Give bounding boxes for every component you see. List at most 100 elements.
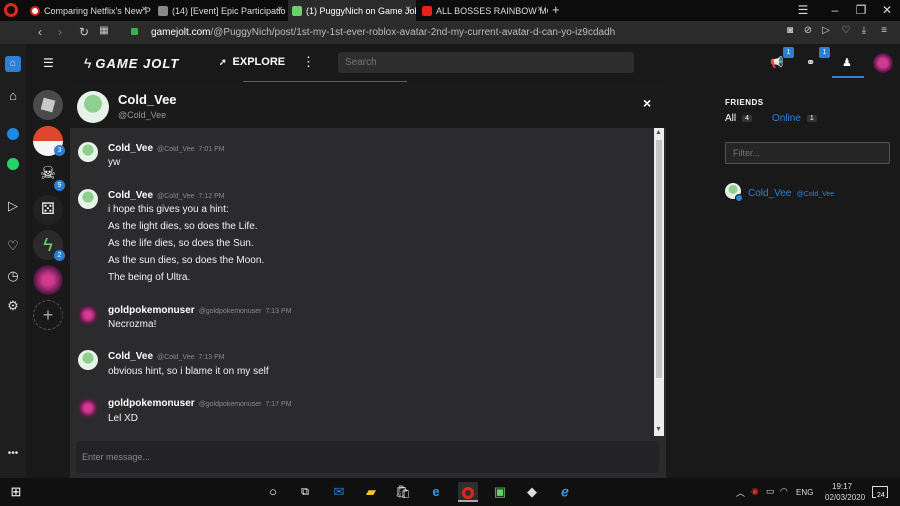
compass-icon: ➚ bbox=[219, 56, 227, 67]
user-avatar[interactable] bbox=[873, 53, 893, 73]
tab-close-icon[interactable]: × bbox=[405, 4, 411, 15]
tray-app-icon[interactable]: ◉ bbox=[751, 486, 759, 497]
tray-chevron-icon[interactable]: ︿ bbox=[736, 486, 745, 499]
chat-close-button[interactable]: × bbox=[643, 95, 651, 111]
message-input[interactable] bbox=[76, 441, 659, 473]
history-icon[interactable]: ◷ bbox=[3, 266, 23, 286]
cortana-search-icon[interactable]: ○ bbox=[263, 482, 283, 502]
message-avatar[interactable] bbox=[78, 305, 98, 325]
send-icon[interactable]: ▷ bbox=[3, 196, 23, 216]
ie-icon[interactable]: ℯ bbox=[555, 482, 575, 502]
workspace-active-icon[interactable]: ⌂ bbox=[5, 56, 21, 72]
maximize-icon[interactable]: ❐ bbox=[848, 2, 874, 18]
tray-date[interactable]: 02/03/2020 bbox=[825, 493, 865, 502]
windows-start-icon[interactable]: ⊞ bbox=[6, 482, 26, 502]
roblox-icon[interactable]: ◆ bbox=[522, 482, 542, 502]
message-avatar[interactable] bbox=[78, 142, 98, 162]
friend-list-item[interactable]: Cold_Vee @Cold_Vee bbox=[725, 183, 890, 202]
messenger-icon[interactable] bbox=[3, 126, 23, 146]
tab-close-icon[interactable]: × bbox=[141, 4, 147, 15]
announcement-icon[interactable]: 📢 bbox=[770, 56, 784, 69]
gamejolt-logo[interactable]: ϟ GAME JOLT bbox=[84, 55, 179, 71]
message-avatar[interactable] bbox=[78, 189, 98, 209]
home-icon[interactable]: ⌂ bbox=[3, 86, 23, 106]
friends-filter-input[interactable] bbox=[725, 142, 890, 164]
windows-taskbar bbox=[0, 478, 900, 506]
online-status-dot bbox=[735, 194, 743, 202]
search-input[interactable] bbox=[338, 52, 634, 73]
community-roblox-icon[interactable] bbox=[33, 90, 63, 120]
tab-title: Comparing Netflix's New P bbox=[44, 5, 151, 16]
camera-icon[interactable]: ◙ bbox=[782, 25, 798, 36]
settings-gear-icon[interactable]: ⚙ bbox=[3, 296, 23, 316]
opera-taskbar-icon[interactable] bbox=[458, 482, 478, 502]
whatsapp-icon[interactable] bbox=[3, 156, 23, 176]
browser-tab[interactable]: ALL BOSSES RAINBOW MC × bbox=[418, 0, 548, 21]
browser-tab-active[interactable]: (1) PuggyNich on Game Jol × bbox=[288, 0, 416, 21]
message-handle: @goldpokemonuser bbox=[198, 308, 262, 315]
community-badge: 2 bbox=[54, 250, 65, 261]
message-avatar[interactable] bbox=[78, 350, 98, 370]
friends-tab-online[interactable]: Online 1 bbox=[772, 113, 817, 124]
more-icon[interactable]: ••• bbox=[3, 444, 23, 464]
mail-icon[interactable]: ✉ bbox=[329, 482, 349, 502]
message-line: As the sun dies, so does the Moon. bbox=[108, 255, 265, 266]
message-username[interactable]: goldpokemonuser bbox=[108, 305, 195, 316]
friends-tab-all[interactable]: All 4 bbox=[725, 113, 753, 124]
message-username[interactable]: Cold_Vee bbox=[108, 143, 153, 154]
browser-tab[interactable]: Comparing Netflix's New P × bbox=[26, 0, 152, 21]
browser-tab[interactable]: (14) [Event] Epic Participatio × bbox=[154, 0, 288, 21]
tab-close-icon[interactable]: × bbox=[277, 4, 283, 15]
tray-language[interactable]: ENG bbox=[796, 488, 813, 497]
tab-close-icon[interactable]: × bbox=[537, 4, 543, 15]
community-necrozma-icon[interactable] bbox=[33, 265, 63, 295]
minimize-icon[interactable]: – bbox=[822, 2, 848, 18]
add-community-button[interactable]: + bbox=[33, 300, 63, 330]
tab-title: (1) PuggyNich on Game Jol bbox=[306, 5, 416, 16]
url-field[interactable]: gamejolt.com/@PuggyNich/post/1st-my-1st-… bbox=[151, 27, 615, 38]
bookmark-heart-icon[interactable]: ♡ bbox=[838, 25, 854, 36]
heart-icon[interactable]: ♡ bbox=[3, 236, 23, 256]
flow-icon[interactable]: ▷ bbox=[818, 25, 834, 36]
minecraft-icon[interactable]: ▣ bbox=[490, 482, 510, 502]
message-time: 7:17 PM bbox=[265, 401, 292, 408]
speed-dial-icon[interactable]: ▦ bbox=[96, 25, 112, 36]
new-tab-button[interactable]: + bbox=[552, 2, 560, 17]
message-username[interactable]: goldpokemonuser bbox=[108, 398, 195, 409]
message-handle: @Cold_Vee bbox=[157, 354, 195, 361]
forward-icon[interactable]: › bbox=[52, 25, 68, 39]
opera-menu-icon[interactable] bbox=[4, 3, 18, 17]
scrollbar-thumb[interactable] bbox=[656, 140, 662, 378]
file-explorer-icon[interactable]: ▰ bbox=[361, 482, 381, 502]
tray-time[interactable]: 19:17 bbox=[832, 482, 852, 491]
chat-header-avatar[interactable] bbox=[77, 91, 109, 123]
community-dice-icon[interactable]: ⚄ bbox=[33, 195, 63, 225]
tray-network-icon[interactable]: ▭ bbox=[766, 486, 775, 497]
reload-icon[interactable]: ↻ bbox=[76, 25, 92, 39]
close-window-icon[interactable]: ✕ bbox=[874, 2, 900, 18]
message-avatar[interactable] bbox=[78, 398, 98, 418]
explore-link[interactable]: ➚ EXPLORE bbox=[219, 56, 285, 68]
notification-count-badge: 24 bbox=[876, 492, 886, 499]
more-options-icon[interactable]: ⋮ bbox=[302, 54, 315, 70]
store-icon[interactable]: 🛍 bbox=[393, 482, 413, 502]
message-header: Cold_Vee @Cold_Vee 7:01 PM bbox=[108, 143, 225, 154]
adblock-icon[interactable]: ⊘ bbox=[800, 25, 816, 36]
download-icon[interactable]: ⤓ bbox=[856, 25, 872, 36]
friends-toggle-icon[interactable]: ♟ bbox=[842, 56, 852, 69]
edge-icon[interactable]: e bbox=[426, 482, 446, 502]
tab-menu-icon[interactable]: ☰ bbox=[790, 2, 816, 18]
message-line: Lel XD bbox=[108, 413, 139, 424]
message-username[interactable]: Cold_Vee bbox=[108, 351, 153, 362]
tray-wifi-icon[interactable]: ◠ bbox=[780, 486, 788, 497]
task-view-icon[interactable]: ⧉ bbox=[295, 482, 315, 502]
scroll-down-icon[interactable]: ▼ bbox=[655, 426, 662, 433]
scroll-up-icon[interactable]: ▲ bbox=[655, 129, 662, 136]
back-icon[interactable]: ‹ bbox=[32, 25, 48, 39]
message-username[interactable]: Cold_Vee bbox=[108, 190, 153, 201]
tab-all-count: 4 bbox=[742, 115, 753, 122]
message-time: 7:01 PM bbox=[198, 146, 225, 153]
easy-setup-icon[interactable]: ≡ bbox=[876, 25, 892, 36]
hamburger-menu-icon[interactable]: ☰ bbox=[43, 56, 54, 70]
friend-requests-icon[interactable]: ⚭ bbox=[806, 56, 815, 69]
